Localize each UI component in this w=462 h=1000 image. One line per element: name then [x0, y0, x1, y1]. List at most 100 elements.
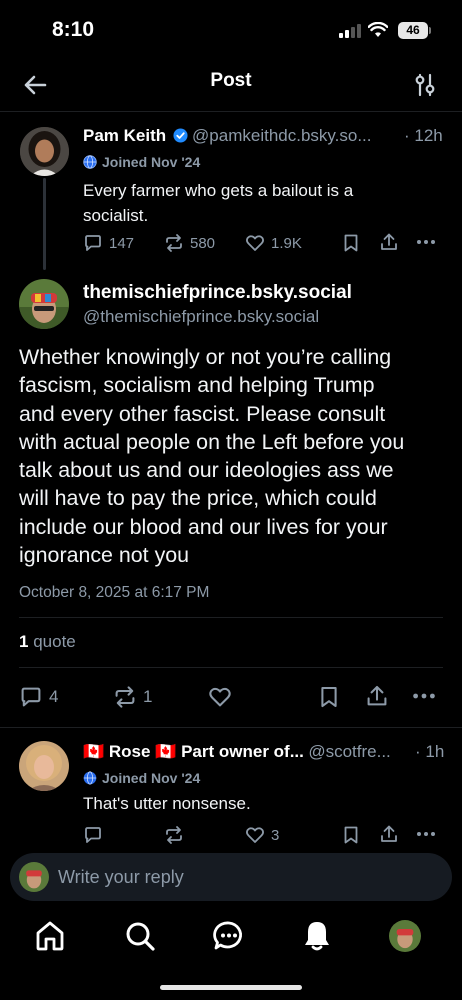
- reply-icon: [21, 687, 41, 707]
- bookmark-button[interactable]: [342, 825, 360, 845]
- repost-icon: [115, 686, 135, 708]
- repost-icon: [166, 826, 182, 844]
- tab-profile[interactable]: [389, 920, 421, 952]
- post-text-line: Every farmer who gets a bailout is a: [83, 181, 354, 200]
- tab-search[interactable]: [122, 918, 158, 954]
- share-button[interactable]: [379, 824, 399, 844]
- reply-post-header: 🇨🇦 Rose 🇨🇦 Part owner of... @scotfre...: [83, 742, 398, 762]
- mischief-prince-avatar-image: [19, 279, 69, 329]
- post-text-line: will have to pay the price, which could: [19, 486, 377, 511]
- post-time: · 1h: [415, 742, 445, 761]
- author-handle[interactable]: @themischiefprince.bsky.social: [83, 307, 319, 327]
- share-button[interactable]: [379, 232, 399, 252]
- avatar: [19, 862, 49, 892]
- chat-icon: [213, 921, 242, 950]
- search-icon: [126, 922, 155, 951]
- main-post-text: Whether knowingly or not you’re calling …: [19, 343, 444, 569]
- divider: [19, 667, 443, 668]
- reply-placeholder: Write your reply: [58, 867, 184, 887]
- like-button[interactable]: 3: [245, 825, 279, 845]
- page-title: Post: [210, 70, 252, 91]
- reply-icon: [85, 235, 101, 251]
- repost-button[interactable]: [164, 825, 184, 845]
- post-text-line: socialist.: [83, 206, 149, 225]
- signal-icon: [339, 24, 361, 38]
- share-button[interactable]: [365, 684, 389, 708]
- heart-icon: [209, 687, 231, 707]
- bottom-tab-bar: [0, 908, 462, 968]
- more-options-button[interactable]: [416, 824, 436, 844]
- reply-count: 4: [49, 687, 59, 706]
- post-text-line: include our blood and our lives for your: [19, 514, 388, 539]
- bookmark-icon: [321, 686, 337, 708]
- tab-notifications[interactable]: [299, 918, 335, 954]
- divider: [19, 617, 443, 618]
- wifi-icon: [368, 22, 388, 37]
- quote-count: 1: [19, 632, 29, 651]
- more-options-button[interactable]: [416, 232, 436, 252]
- bell-icon: [305, 922, 329, 951]
- author-name[interactable]: Pam Keith: [83, 126, 166, 145]
- repost-button[interactable]: 1: [113, 685, 152, 709]
- repost-button[interactable]: 580: [164, 233, 215, 253]
- home-icon: [36, 921, 64, 951]
- like-count: 3: [271, 826, 280, 844]
- post-text-line: fascism, socialism and helping Trump: [19, 373, 375, 398]
- thread-settings-button[interactable]: [410, 69, 440, 101]
- quote-count-link[interactable]: 1 quote: [19, 632, 76, 652]
- post-text-line: with actual people on the Left before yo…: [19, 429, 405, 454]
- post-text-line: and every other fascist. Please consult: [19, 401, 386, 426]
- thread-connector-line: [43, 178, 46, 270]
- current-user-avatar-image: [19, 862, 49, 892]
- share-icon: [381, 233, 397, 250]
- more-options-button[interactable]: [412, 684, 436, 708]
- post-text-line: talk about us and our ideologies ass we: [19, 458, 394, 483]
- bookmark-icon: [344, 826, 358, 844]
- post-timestamp: October 8, 2025 at 6:17 PM: [19, 584, 210, 601]
- author-handle[interactable]: @pamkeithdc.bsky.so...: [192, 126, 371, 145]
- parent-post-text: Every farmer who gets a bailout is a soc…: [83, 178, 353, 228]
- joined-text: Joined Nov '24: [102, 770, 201, 786]
- joined-badge: Joined Nov '24: [83, 770, 200, 786]
- reply-button[interactable]: 4: [19, 685, 58, 709]
- share-icon: [367, 685, 387, 706]
- reply-count: 147: [109, 234, 135, 252]
- like-button[interactable]: [208, 685, 232, 709]
- post-header: Post: [0, 60, 462, 112]
- post-time: · 12h: [404, 126, 443, 145]
- reply-button[interactable]: [83, 825, 103, 845]
- parent-post-header: Pam Keith @pamkeithdc.bsky.so...: [83, 126, 443, 148]
- joined-badge: Joined Nov '24: [83, 154, 200, 170]
- repost-count: 1: [143, 687, 153, 706]
- status-time: 8:10: [52, 18, 95, 41]
- reply-composer[interactable]: Write your reply: [10, 853, 452, 901]
- bookmark-icon: [344, 234, 358, 252]
- author-name[interactable]: themischiefprince.bsky.social: [83, 282, 352, 304]
- avatar[interactable]: [20, 127, 69, 176]
- joined-text: Joined Nov '24: [102, 154, 201, 170]
- bookmark-button[interactable]: [318, 685, 340, 709]
- repost-icon: [166, 234, 182, 252]
- battery-tip: [429, 27, 431, 34]
- ellipsis-icon: [413, 693, 435, 699]
- like-button[interactable]: 1.9K: [245, 233, 302, 253]
- avatar[interactable]: [19, 741, 69, 791]
- post-text-line: ignorance not you: [19, 543, 190, 568]
- author-handle[interactable]: @scotfre...: [308, 742, 390, 761]
- globe-icon: [83, 771, 97, 785]
- repost-count: 580: [190, 234, 216, 252]
- tab-chat[interactable]: [211, 918, 247, 954]
- reply-post-text: That's utter nonsense.: [83, 794, 251, 813]
- share-icon: [381, 825, 397, 842]
- tab-home[interactable]: [32, 918, 68, 954]
- bookmark-button[interactable]: [342, 233, 360, 253]
- ellipsis-icon: [417, 832, 435, 836]
- profile-avatar: [389, 920, 421, 952]
- avatar[interactable]: [19, 279, 69, 329]
- author-name[interactable]: 🇨🇦 Rose 🇨🇦 Part owner of...: [83, 742, 304, 761]
- reply-button[interactable]: 147: [83, 233, 134, 253]
- verified-badge-icon: [173, 128, 188, 143]
- heart-icon: [246, 827, 264, 843]
- globe-icon: [83, 155, 97, 169]
- battery-indicator: 46: [398, 22, 428, 39]
